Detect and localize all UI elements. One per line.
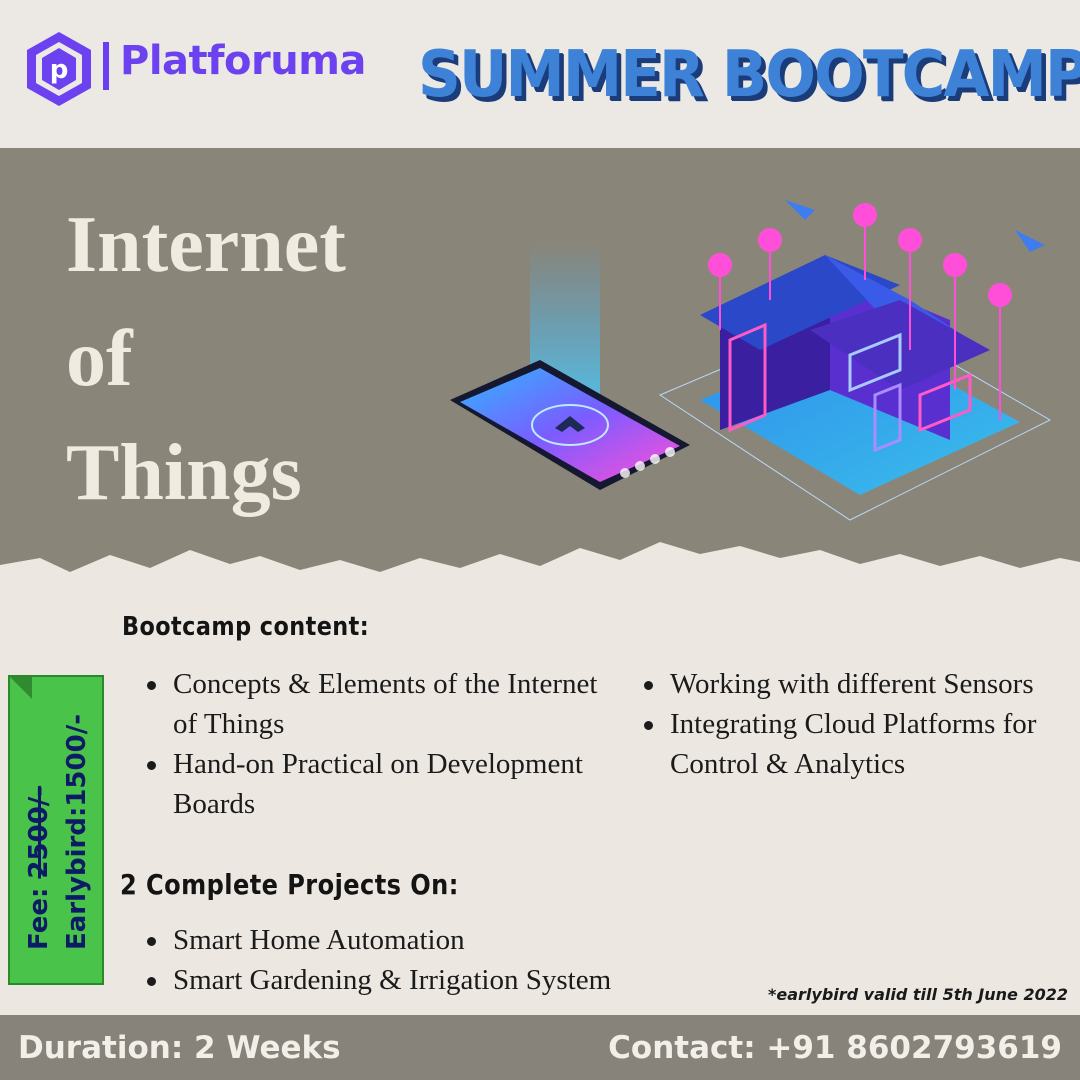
fee-badge-fold [10,677,32,699]
list-item: Hand-on Practical on Development Boards [145,744,615,824]
logo-divider [103,42,109,90]
projects-heading: 2 Complete Projects On: [120,868,459,901]
list-item: Working with different Sensors [642,664,1062,704]
hero-title: Internet of Things [66,188,346,530]
list-item: Integrating Cloud Platforms for Control … [642,704,1062,784]
content-list-left: Concepts & Elements of the Internet of T… [145,664,615,824]
fee-text: Fee: 2500/- Earlybird:1500/- [20,714,96,950]
fee-badge: Fee: 2500/- Earlybird:1500/- [8,675,104,985]
projects-list: Smart Home Automation Smart Gardening & … [145,920,745,1000]
list-item: Smart Gardening & Irrigation System [145,960,745,1000]
smart-home-illustration [450,200,1052,521]
title-line-2: of [66,315,133,403]
fee-earlybird-price: Earlybird:1500/- [62,714,92,950]
fee-label: Fee: [24,887,54,950]
duration-text: Duration: 2 Weeks [18,1030,341,1066]
list-item: Smart Home Automation [145,920,745,960]
earlybird-note: *earlybird valid till 5th June 2022 [768,985,1068,1004]
smartphone-icon [450,360,690,490]
title-line-1: Internet [66,201,346,289]
brand-name: Platforuma [120,38,366,84]
svg-text:p: p [50,55,69,85]
platforuma-logo-icon: p [27,32,91,106]
fee-original-price: 2500/- [24,785,54,879]
torn-paper-edge [0,542,1080,600]
contact-text: Contact: +91 8602793619 [608,1030,1062,1066]
content-list-right: Working with different Sensors Integrati… [642,664,1062,784]
bootcamp-content-heading: Bootcamp content: [122,612,370,642]
list-item: Concepts & Elements of the Internet of T… [145,664,615,744]
summer-bootcamp-banner: SUMMER BOOTCAMP [418,38,1080,112]
title-line-3: Things [66,429,302,517]
